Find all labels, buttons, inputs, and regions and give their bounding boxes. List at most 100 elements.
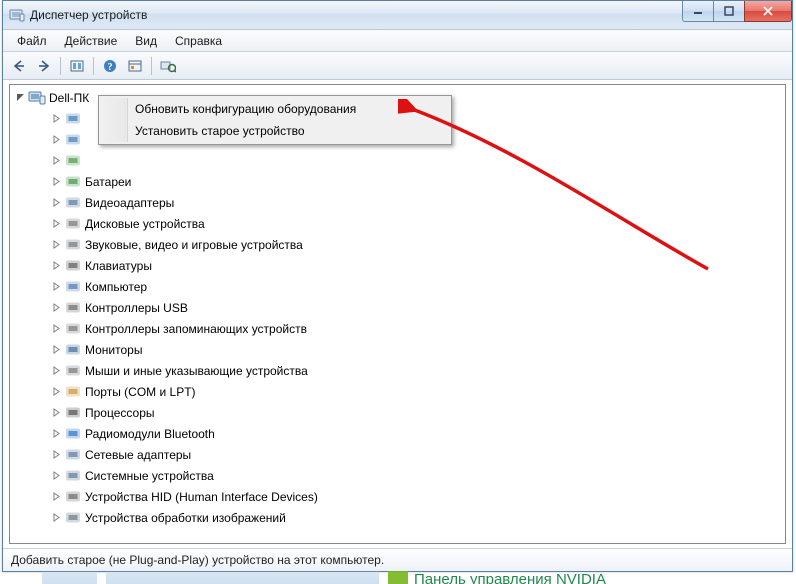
device-category-icon [64, 363, 82, 379]
tree-item[interactable]: Звуковые, видео и игровые устройства [10, 234, 785, 255]
expand-icon[interactable] [50, 407, 62, 419]
show-hidden-button[interactable] [65, 54, 89, 78]
device-category-icon [64, 237, 82, 253]
tree-item-label: Системные устройства [85, 466, 214, 486]
device-category-icon [64, 195, 82, 211]
expand-icon[interactable] [50, 302, 62, 314]
scan-hardware-button[interactable] [156, 54, 180, 78]
tree-item[interactable] [10, 150, 785, 171]
context-menu-item-add-legacy[interactable]: Установить старое устройство [101, 120, 449, 142]
menu-help[interactable]: Справка [167, 32, 230, 50]
expand-icon[interactable] [50, 155, 62, 167]
device-category-icon [64, 132, 82, 148]
maximize-button[interactable] [713, 1, 745, 22]
collapse-icon[interactable] [14, 92, 26, 104]
nav-forward-button[interactable] [32, 54, 56, 78]
device-category-icon [64, 468, 82, 484]
device-category-icon [64, 447, 82, 463]
svg-text:?: ? [108, 62, 113, 73]
expand-icon[interactable] [50, 491, 62, 503]
tree-item[interactable]: Устройства HID (Human Interface Devices) [10, 486, 785, 507]
tree-item[interactable]: Процессоры [10, 402, 785, 423]
device-category-icon [64, 426, 82, 442]
titlebar[interactable]: Диспетчер устройств [3, 1, 792, 30]
expand-icon[interactable] [50, 365, 62, 377]
close-button[interactable] [744, 1, 792, 22]
device-category-icon [64, 111, 82, 127]
expand-icon[interactable] [50, 281, 62, 293]
expand-icon[interactable] [50, 197, 62, 209]
tree-item[interactable]: Дисковые устройства [10, 213, 785, 234]
statusbar: Добавить старое (не Plug-and-Play) устро… [3, 548, 792, 571]
expand-icon[interactable] [50, 449, 62, 461]
device-category-icon [64, 342, 82, 358]
menu-file[interactable]: Файл [9, 32, 55, 50]
device-tree-pane[interactable]: Dell-ПК БатареиВидеоадаптерыДисковые устр… [9, 84, 786, 544]
window-buttons [683, 1, 792, 21]
expand-icon[interactable] [50, 239, 62, 251]
toolbar-separator [93, 57, 94, 75]
tree-item-label: Мониторы [85, 340, 142, 360]
expand-icon[interactable] [50, 134, 62, 146]
window-title: Диспетчер устройств [30, 8, 147, 22]
expand-icon[interactable] [50, 113, 62, 125]
tree-item[interactable]: Мыши и иные указывающие устройства [10, 360, 785, 381]
expand-icon[interactable] [50, 176, 62, 188]
tree-item[interactable]: Устройства обработки изображений [10, 507, 785, 528]
tree-item-label: Компьютер [85, 277, 147, 297]
tree-item[interactable]: Мониторы [10, 339, 785, 360]
context-menu-item-scan-hardware[interactable]: Обновить конфигурацию оборудования [101, 98, 449, 120]
expand-icon[interactable] [50, 428, 62, 440]
tree-item[interactable]: Контроллеры запоминающих устройств [10, 318, 785, 339]
properties-button[interactable] [123, 54, 147, 78]
tree-item-label: Устройства HID (Human Interface Devices) [85, 487, 318, 507]
tree-item-label: Дисковые устройства [85, 214, 205, 234]
menu-action[interactable]: Действие [57, 32, 126, 50]
expand-icon[interactable] [50, 344, 62, 356]
taskbar-fragment [42, 571, 97, 584]
device-category-icon [64, 279, 82, 295]
tree-item[interactable]: Радиомодули Bluetooth [10, 423, 785, 444]
menu-view[interactable]: Вид [127, 32, 165, 50]
tree-item[interactable]: Порты (COM и LPT) [10, 381, 785, 402]
device-tree: Dell-ПК БатареиВидеоадаптерыДисковые устр… [10, 85, 785, 530]
device-category-icon [64, 153, 82, 169]
taskbar-fragment [106, 571, 379, 584]
nav-back-button[interactable] [7, 54, 31, 78]
tree-item[interactable]: Батареи [10, 171, 785, 192]
tree-item[interactable]: Клавиатуры [10, 255, 785, 276]
nvidia-logo-icon [388, 571, 408, 584]
tree-item[interactable]: Видеоадаптеры [10, 192, 785, 213]
tree-item-label: Видеоадаптеры [85, 193, 174, 213]
device-category-icon [64, 384, 82, 400]
tree-root-label: Dell-ПК [49, 88, 89, 108]
tree-item[interactable]: Системные устройства [10, 465, 785, 486]
nvidia-link-label: Панель управления NVIDIA [414, 571, 606, 584]
tree-item[interactable]: Компьютер [10, 276, 785, 297]
tree-item[interactable]: Сетевые адаптеры [10, 444, 785, 465]
nvidia-control-panel-link[interactable]: Панель управления NVIDIA [388, 571, 606, 584]
expand-icon[interactable] [50, 323, 62, 335]
device-category-icon [64, 405, 82, 421]
expand-icon[interactable] [50, 512, 62, 524]
computer-icon [28, 90, 46, 106]
tree-item-label: Процессоры [85, 403, 155, 423]
tree-item-label: Контроллеры запоминающих устройств [85, 319, 307, 339]
device-manager-window: Диспетчер устройств Файл Действие Вид Сп… [2, 0, 793, 572]
expand-icon[interactable] [50, 470, 62, 482]
device-category-icon [64, 489, 82, 505]
help-button[interactable]: ? [98, 54, 122, 78]
expand-icon[interactable] [50, 218, 62, 230]
device-category-icon [64, 321, 82, 337]
statusbar-text: Добавить старое (не Plug-and-Play) устро… [11, 553, 384, 567]
device-category-icon [64, 174, 82, 190]
device-category-icon [64, 510, 82, 526]
device-category-icon [64, 300, 82, 316]
expand-icon[interactable] [50, 386, 62, 398]
desktop-behind-window: Панель управления NVIDIA [0, 571, 796, 584]
minimize-button[interactable] [682, 1, 714, 22]
tree-item[interactable]: Контроллеры USB [10, 297, 785, 318]
content-area: Dell-ПК БатареиВидеоадаптерыДисковые устр… [3, 80, 792, 548]
expand-icon[interactable] [50, 260, 62, 272]
toolbar-separator [60, 57, 61, 75]
